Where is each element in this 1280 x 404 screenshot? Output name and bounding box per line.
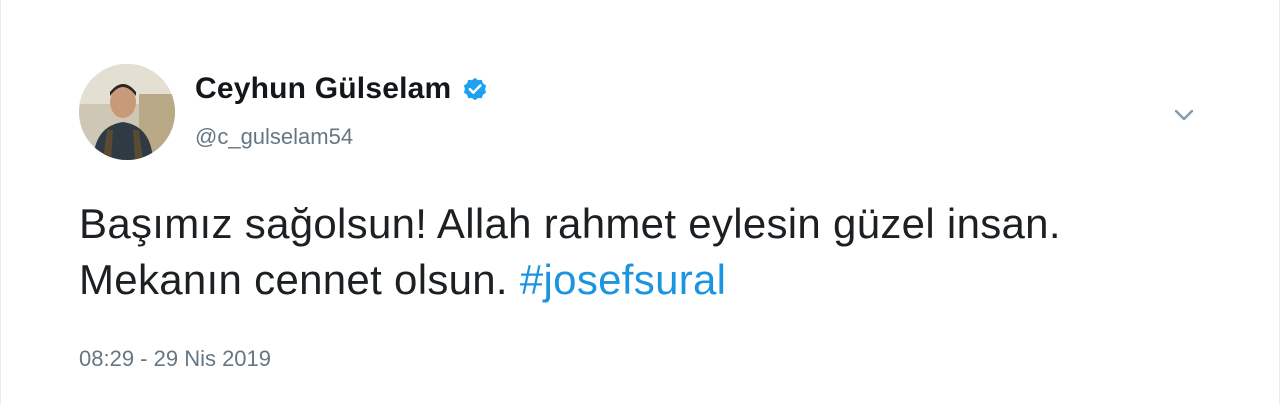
tweet-card: Ceyhun Gülselam @c_gulselam54 Başımız sa… [0,0,1280,404]
verified-badge-icon [461,75,489,103]
avatar-photo-icon [79,64,175,160]
author-handle[interactable]: @c_gulselam54 [195,124,353,150]
tweet-menu-chevron-down-icon[interactable] [1169,100,1199,130]
tweet-timestamp[interactable]: 08:29 - 29 Nis 2019 [79,346,271,372]
author-display-name[interactable]: Ceyhun Gülselam [195,72,451,106]
tweet-text: Başımız sağolsun! Allah rahmet eylesin g… [79,196,1199,308]
hashtag-link[interactable]: #josefsural [520,256,726,303]
author-name-row: Ceyhun Gülselam [195,72,489,106]
avatar[interactable] [79,64,175,160]
